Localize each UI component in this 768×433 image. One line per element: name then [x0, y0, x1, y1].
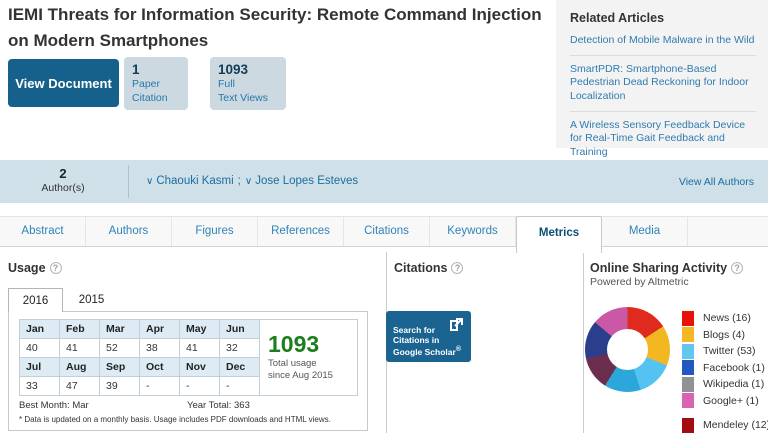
author-links: ∨Chaouki Kasmi;∨Jose Lopes Esteves [146, 175, 358, 187]
help-icon[interactable]: ? [50, 262, 62, 274]
help-icon[interactable]: ? [451, 262, 463, 274]
page-title: IEMI Threats for Information Security: R… [8, 2, 556, 53]
usage-total: 1093 [268, 333, 357, 356]
usage-year-tab-2016[interactable]: 2016 [8, 288, 63, 312]
related-article-link[interactable]: A Wireless Sensory Feedback Device for R… [570, 119, 756, 160]
divider [570, 55, 756, 56]
paper-citation-label: PaperCitation [132, 78, 180, 105]
tab-media[interactable]: Media [602, 217, 688, 246]
altmetric-donut-badge[interactable] [585, 307, 670, 392]
legend-row: Wikipedia (1) [682, 376, 768, 393]
usage-year-tab-2015[interactable]: 2015 [64, 288, 119, 312]
citations-heading: Citations? [394, 261, 463, 275]
help-icon[interactable]: ? [731, 262, 743, 274]
divider [128, 165, 129, 198]
usage-table: Jan Feb Mar Apr May Jun 1093 Total usage… [19, 319, 358, 396]
related-article-link[interactable]: Detection of Mobile Malware in the Wild [570, 34, 756, 48]
google-scholar-search-button[interactable]: Search for Citations in Google Scholar® [386, 311, 471, 362]
tab-abstract[interactable]: Abstract [0, 217, 86, 246]
related-article-link[interactable]: SmartPDR: Smartphone-Based Pedestrian De… [570, 63, 756, 104]
author-link[interactable]: Jose Lopes Esteves [255, 175, 358, 187]
legend-swatch-blogs [682, 327, 694, 342]
view-document-button[interactable]: View Document [8, 59, 119, 107]
usage-total-cell: 1093 Total usagesince Aug 2015 [260, 320, 358, 396]
best-month: Best Month: Mar [19, 400, 187, 411]
powered-by-altmetric: Powered by Altmetric [590, 276, 689, 288]
tab-references[interactable]: References [258, 217, 344, 246]
view-all-authors-link[interactable]: View All Authors [679, 176, 754, 188]
related-articles-heading: Related Articles [570, 11, 756, 25]
divider [570, 111, 756, 112]
tab-authors[interactable]: Authors [86, 217, 172, 246]
legend-swatch-mendeley [682, 418, 694, 433]
legend-row: Google+ (1) [682, 393, 768, 410]
legend-row: Twitter (53) [682, 343, 768, 360]
legend-row: Blogs (4) [682, 327, 768, 344]
paper-citation-count: 1 [132, 62, 180, 77]
divider [583, 252, 584, 433]
legend-row: Mendeley (12) [682, 417, 768, 433]
sharing-legend: News (16) Blogs (4) Twitter (53) Faceboo… [682, 310, 768, 433]
legend-row: Facebook (1) [682, 360, 768, 377]
ieee-xplore-metrics-page: IEMI Threats for Information Security: R… [0, 0, 768, 433]
full-text-views-label: FullText Views [218, 78, 278, 105]
tab-keywords[interactable]: Keywords [430, 217, 516, 246]
google-scholar-button-label: Search for Citations in Google Scholar® [393, 325, 461, 357]
online-sharing-heading: Online Sharing Activity? [590, 261, 743, 275]
author-bar: 2 Author(s) ∨Chaouki Kasmi;∨Jose Lopes E… [0, 160, 768, 203]
chevron-down-icon[interactable]: ∨ [245, 176, 252, 187]
usage-meta: Best Month: Mar Year Total: 363 [19, 400, 357, 411]
author-link[interactable]: Chaouki Kasmi [156, 175, 233, 187]
usage-footnote: * Data is updated on a monthly basis. Us… [19, 415, 357, 424]
paper-citation-stat[interactable]: 1 PaperCitation [124, 57, 188, 110]
full-text-views-count: 1093 [218, 62, 278, 77]
legend-swatch-news [682, 311, 694, 326]
chevron-down-icon[interactable]: ∨ [146, 176, 153, 187]
document-tabbar: Abstract Authors Figures References Cita… [0, 216, 768, 247]
tab-citations[interactable]: Citations [344, 217, 430, 246]
related-articles-panel: Related Articles Detection of Mobile Mal… [556, 0, 768, 148]
legend-swatch-googleplus [682, 393, 694, 408]
full-text-views-stat[interactable]: 1093 FullText Views [210, 57, 286, 110]
usage-heading: Usage? [8, 261, 62, 275]
legend-row: News (16) [682, 310, 768, 327]
year-total: Year Total: 363 [187, 400, 250, 411]
tab-figures[interactable]: Figures [172, 217, 258, 246]
usage-total-caption: Total usagesince Aug 2015 [268, 358, 357, 382]
legend-swatch-twitter [682, 344, 694, 359]
legend-swatch-facebook [682, 360, 694, 375]
usage-panel: Jan Feb Mar Apr May Jun 1093 Total usage… [8, 311, 368, 431]
legend-swatch-wikipedia [682, 377, 694, 392]
tab-metrics[interactable]: Metrics [516, 216, 602, 253]
author-count: 2 Author(s) [20, 166, 106, 194]
